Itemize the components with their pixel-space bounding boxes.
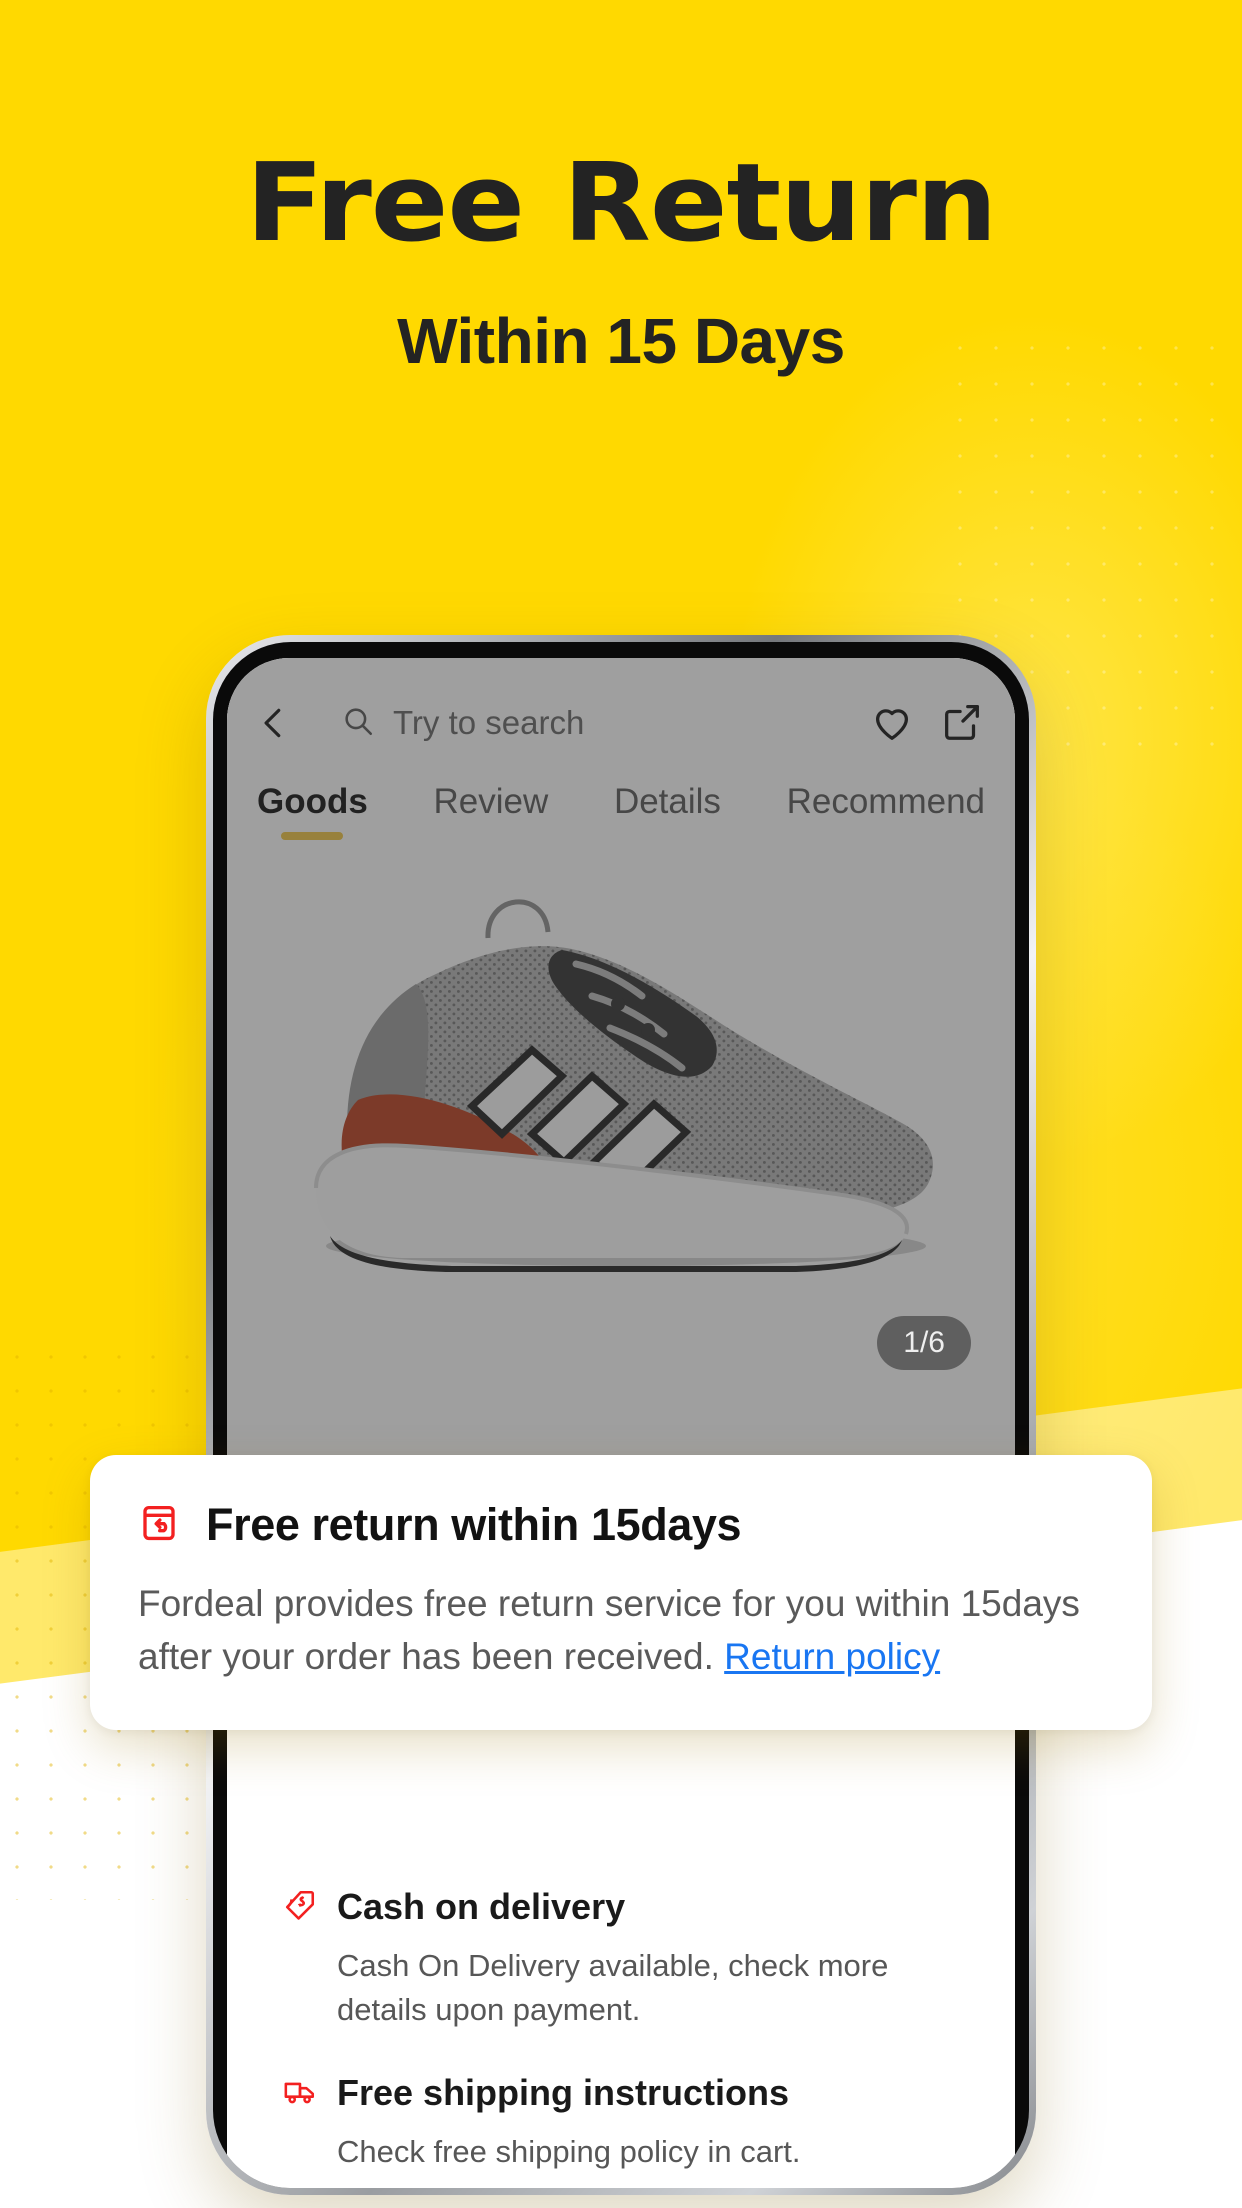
tab-active-underline — [281, 832, 344, 840]
tab-label: Goods — [257, 782, 368, 821]
section-free-shipping: Free shipping instructions Check free sh… — [283, 2072, 959, 2174]
tab-goods[interactable]: Goods — [257, 782, 368, 840]
app-topbar: Try to search — [227, 658, 1015, 766]
promo-headline: Free Return — [245, 141, 998, 266]
phone-mockup: Try to search Goods Review Details Recom… — [206, 635, 1036, 2195]
search-input[interactable]: Try to search — [315, 688, 847, 758]
tab-label: Details — [613, 782, 721, 821]
tab-label: Review — [433, 782, 549, 821]
section-body: Check free shipping policy in cart. — [337, 2134, 801, 2170]
product-image-stage[interactable]: 1/6 — [227, 844, 1015, 1404]
promo-header: Free Return Within 15 Days — [0, 150, 1242, 378]
cash-tag-icon — [283, 1888, 317, 1927]
share-icon[interactable] — [939, 699, 987, 747]
product-gallery-area: Try to search Goods Review Details Recom… — [227, 658, 1015, 1484]
promo-subheadline: Within 15 Days — [397, 305, 845, 377]
running-shoe-image — [314, 899, 933, 1272]
section-title: Cash on delivery — [337, 1886, 626, 1927]
phone-screen: Try to search Goods Review Details Recom… — [227, 658, 1015, 2188]
chevron-left-icon[interactable] — [255, 704, 293, 742]
section-header: Free shipping instructions — [283, 2072, 959, 2114]
truck-icon — [283, 2074, 317, 2113]
section-title: Free shipping instructions — [337, 2072, 790, 2114]
return-box-icon — [138, 1502, 180, 1549]
section-cash-on-delivery: Cash on delivery Cash On Delivery availa… — [283, 1886, 959, 2032]
card-title: Free return within 15days — [206, 1499, 742, 1550]
search-icon — [341, 704, 375, 743]
tab-review[interactable]: Review — [434, 782, 549, 822]
section-body: Cash On Delivery available, check more d… — [337, 1948, 889, 2028]
section-header: Cash on delivery — [283, 1886, 959, 1928]
tab-details[interactable]: Details — [614, 782, 721, 822]
heart-icon[interactable] — [869, 699, 917, 747]
free-return-highlight-card: Free return within 15days Fordeal provid… — [90, 1455, 1152, 1730]
card-header: Free return within 15days — [138, 1499, 1104, 1551]
product-tabs: Goods Review Details Recommend — [227, 766, 1015, 840]
card-body: Fordeal provides free return service for… — [138, 1577, 1104, 1684]
gallery-counter-badge: 1/6 — [877, 1316, 971, 1370]
tab-label: Recommend — [786, 782, 986, 821]
return-policy-link[interactable]: Return policy — [724, 1636, 940, 1677]
tab-recommend[interactable]: Recommend — [787, 782, 985, 822]
phone-bezel: Try to search Goods Review Details Recom… — [213, 642, 1029, 2188]
search-placeholder-text: Try to search — [393, 704, 585, 741]
